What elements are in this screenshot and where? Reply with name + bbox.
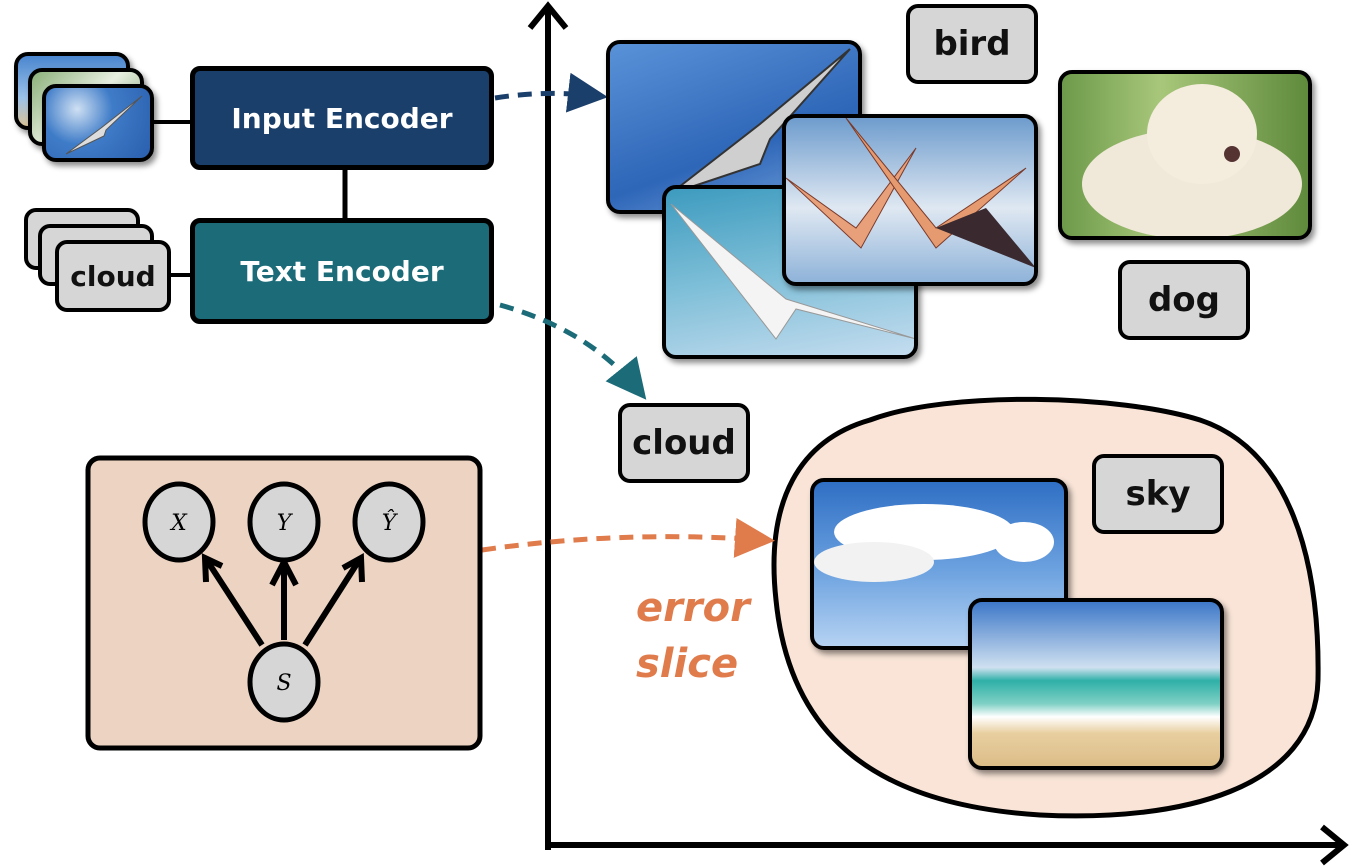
error-slice-arrow	[481, 517, 775, 558]
photo-beach	[968, 598, 1224, 770]
dog-icon	[1082, 84, 1302, 236]
error-slice-line1: error	[636, 585, 750, 631]
label-sky: sky	[1092, 454, 1224, 534]
x-axis	[545, 824, 1349, 866]
error-slice-label: error slice	[636, 580, 750, 692]
node-y-label: Y	[277, 511, 294, 536]
bird-icon	[65, 95, 143, 155]
text-embedding-arrow	[499, 302, 647, 400]
node-yhat-label: Ŷ	[382, 509, 399, 536]
input-encoder: Input Encoder	[190, 66, 494, 170]
label-dog: dog	[1118, 260, 1250, 340]
label-cloud: cloud	[618, 403, 750, 483]
photo-spoonbills	[782, 114, 1038, 286]
photo-dog	[1058, 70, 1312, 240]
label-bird: bird	[906, 4, 1038, 84]
spoonbill-icon	[786, 118, 1034, 268]
text-input-cloud: cloud	[55, 240, 171, 312]
y-axis	[527, 1, 569, 850]
node-s-label: S	[276, 671, 291, 696]
input-photo-front	[42, 84, 154, 162]
error-slice-line2: slice	[636, 641, 739, 687]
node-x-label: X	[169, 511, 188, 536]
text-encoder: Text Encoder	[190, 218, 494, 324]
